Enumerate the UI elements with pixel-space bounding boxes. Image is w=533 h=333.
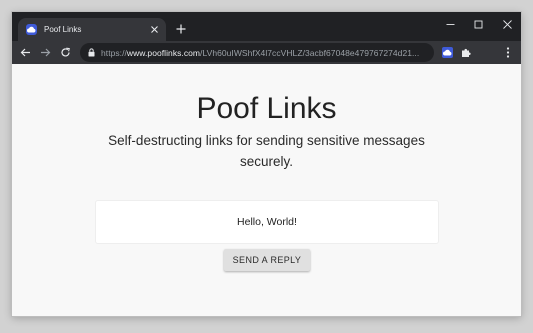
plus-icon[interactable] [174, 22, 188, 36]
url-scheme: https:// [101, 47, 127, 58]
tab-poof-links[interactable]: Poof Links [18, 18, 166, 41]
kebab-menu-icon[interactable] [500, 45, 515, 60]
reload-icon[interactable] [58, 45, 73, 60]
address-bar[interactable]: https://www.pooflinks.com/LVh60uIWShfX4l… [80, 43, 434, 62]
browser-window: Poof Links https://www.pooflinks.com/LVh… [12, 12, 521, 316]
message-text: Hello, World! [237, 216, 297, 228]
arrow-left-icon[interactable] [18, 45, 33, 60]
tab-strip: Poof Links [12, 12, 521, 41]
close-icon[interactable] [148, 24, 160, 36]
page-content: Poof Links Self-destructing links for se… [12, 64, 521, 316]
page-title: Poof Links [196, 92, 337, 125]
poof-cloud-icon [442, 47, 453, 58]
maximize-icon[interactable] [468, 16, 488, 32]
tab-title: Poof Links [44, 25, 82, 34]
message-card: Hello, World! [95, 200, 439, 244]
lock-icon [88, 48, 95, 57]
page-subtitle: Self-destructing links for sending sensi… [108, 133, 425, 169]
browser-toolbar: https://www.pooflinks.com/LVh60uIWShfX4l… [12, 41, 521, 64]
minimize-icon[interactable] [440, 16, 460, 32]
send-reply-button[interactable]: SEND A REPLY [224, 249, 310, 271]
poof-extension-icon[interactable] [440, 45, 455, 60]
url-text: https://www.pooflinks.com/LVh60uIWShfX4l… [101, 48, 419, 58]
url-host: www.pooflinks.com [126, 47, 201, 58]
url-path: /LVh60uIWShfX4l7ccVHLZ/3acbf67048e479767… [200, 47, 420, 58]
arrow-right-icon[interactable] [38, 45, 53, 60]
poof-cloud-icon [26, 24, 37, 35]
window-close-icon[interactable] [497, 16, 517, 32]
puzzle-icon[interactable] [459, 45, 474, 60]
